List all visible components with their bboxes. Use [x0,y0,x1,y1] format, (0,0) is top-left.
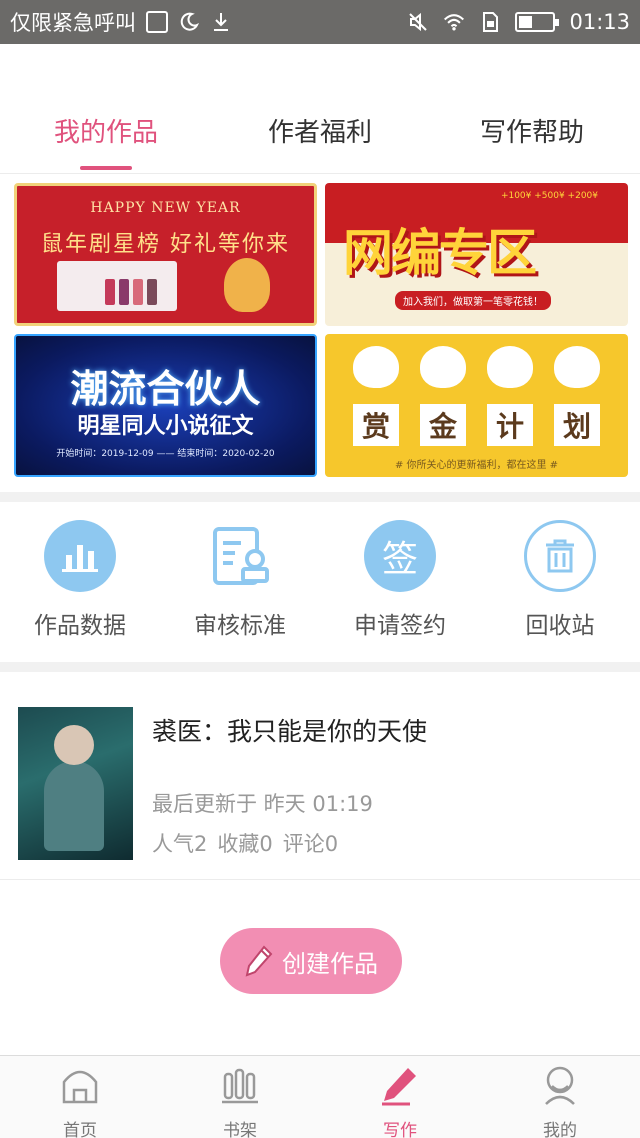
work-popularity: 人气2 [152,832,208,856]
battery-icon [515,12,560,32]
action-apply-contract[interactable]: 签 申请签约 [320,520,480,640]
action-label: 作品数据 [34,613,126,639]
moon-icon [180,12,200,31]
work-list-item[interactable]: 裘医：我只能是你的天使 最后更新于 昨天 01:19 人气2 收藏0 评论0 [0,672,640,880]
nav-label: 书架 [223,1121,257,1138]
create-work-button[interactable]: 创建作品 [220,928,402,994]
nav-profile[interactable]: 我的 [480,1064,640,1138]
action-recycle-bin[interactable]: 回收站 [480,520,640,640]
cat-image [353,346,399,388]
tab-author-benefits[interactable]: 作者福利 [240,112,400,149]
status-bar: 仅限紧急呼叫 01:13 [0,0,640,44]
nav-bookshelf[interactable]: 书架 [160,1064,320,1138]
banner-web-novel-title: 网编专区 [343,223,537,282]
home-icon [62,1070,98,1104]
action-label: 审核标准 [194,613,286,639]
action-label: 申请签约 [354,613,446,639]
sim-icon [483,12,499,32]
cat-image [554,346,600,388]
bounty-char: 划 [554,404,600,446]
notification-text: 仅限紧急呼叫 [10,11,136,35]
mute-icon [409,12,428,32]
download-icon [214,13,228,31]
banner-new-year-heading: HAPPY NEW YEAR [90,200,241,216]
banner-bounty-note: # 你所关心的更新福利，都在这里 # [394,460,559,471]
work-cover-image [18,707,133,860]
banner-new-year-slogan: 鼠年剧星榜 好礼等你来 [41,232,290,257]
work-favorites: 收藏0 [217,832,273,856]
bottom-nav: 首页 书架 写作 我的 [0,1055,640,1138]
active-tab-indicator [80,166,132,170]
banner-trend-subtitle: 明星同人小说征文 [77,414,254,439]
banner-trend-title: 潮流合伙人 [70,367,261,411]
document-stamp-icon [204,520,276,592]
banner-trend-dates: 开始时间：2019-12-09 —— 结束时间：2020-02-20 [56,449,275,459]
profile-icon [545,1066,575,1105]
section-divider [0,662,640,672]
nav-label: 首页 [63,1121,97,1138]
action-work-data[interactable]: 作品数据 [0,520,160,640]
bounty-char: 赏 [353,404,399,446]
banner-new-year[interactable]: HAPPY NEW YEAR 鼠年剧星榜 好礼等你来 [14,183,317,326]
bounty-title: 赏 金 计 划 [353,404,600,446]
nav-label: 写作 [383,1121,417,1138]
mouse-mascot-image [224,258,270,312]
wifi-icon [444,14,465,31]
tab-my-works[interactable]: 我的作品 [26,112,186,149]
work-last-updated: 最后更新于 昨天 01:19 [152,792,373,816]
gallery-icon [146,11,168,33]
create-work-label: 创建作品 [282,950,378,978]
cat-image [420,346,466,388]
work-stats: 人气2 收藏0 评论0 [152,828,338,858]
pencil-icon [245,945,273,977]
nav-write[interactable]: 写作 [320,1064,480,1138]
cosmetics-image [57,261,177,311]
bookshelf-icon [222,1068,258,1104]
work-comments: 评论0 [282,832,339,856]
nav-label: 我的 [543,1121,577,1138]
banner-web-novel-subtitle: 加入我们，做取第一笔零花钱！ [395,291,551,310]
sign-icon: 签 [364,520,436,592]
banner-web-novel-zone[interactable]: +100¥ +500¥ +200¥ 网编专区 加入我们，做取第一笔零花钱！ [325,183,628,326]
banner-trend-partner[interactable]: 潮流合伙人 明星同人小说征文 开始时间：2019-12-09 —— 结束时间：2… [14,334,317,477]
bounty-char: 金 [420,404,466,446]
tab-writing-help[interactable]: 写作帮助 [452,112,612,149]
action-label: 回收站 [525,613,595,639]
status-time: 01:13 [569,10,630,34]
nav-home[interactable]: 首页 [0,1064,160,1138]
bar-chart-icon [44,520,116,592]
bounty-char: 计 [487,404,533,446]
trash-icon [524,520,596,592]
action-review-standard[interactable]: 审核标准 [160,520,320,640]
pencil-icon [382,1068,416,1106]
cat-image [487,346,533,388]
banner-web-novel-bonus: +100¥ +500¥ +200¥ [500,191,598,201]
banner-bounty-plan[interactable]: 赏 金 计 划 # 你所关心的更新福利，都在这里 # [325,334,628,477]
cat-illustrations [353,346,600,388]
section-divider [0,492,640,502]
work-title: 裘医：我只能是你的天使 [152,717,428,746]
tab-bar: 我的作品 作者福利 写作帮助 [0,44,640,174]
